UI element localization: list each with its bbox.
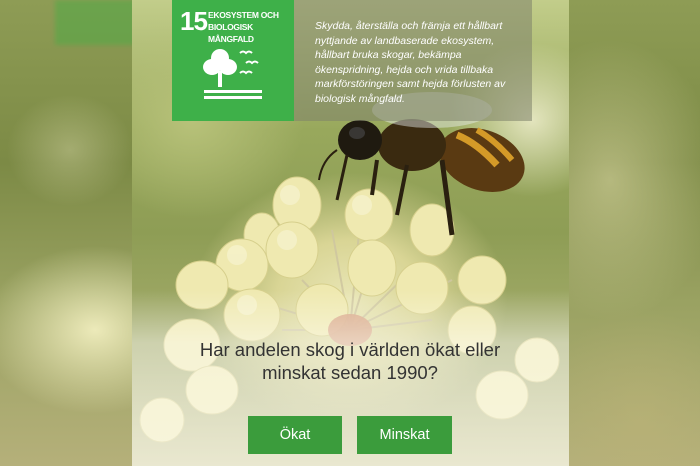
sdg-description: Skydda, återställa och främja ett hållba… [315, 20, 506, 105]
sdg-title-line2: BIOLOGISK MÅNGFALD [208, 22, 254, 44]
quiz-question: Har andelen skog i världen ökat eller mi… [199, 339, 501, 383]
blurred-background-accent [55, 0, 135, 45]
sdg-description-box: Skydda, återställa och främja ett hållba… [294, 0, 532, 121]
sdg-title-line1: EKOSYSTEM OCH [208, 10, 279, 20]
sdg-title: EKOSYSTEM OCH BIOLOGISK MÅNGFALD [208, 9, 292, 45]
tree-and-birds-icon [203, 49, 262, 99]
sdg-number: 15 [180, 6, 208, 36]
sdg-goal-badge: 15 EKOSYSTEM OCH BIOLOGISK MÅNGFALD [172, 0, 294, 121]
answer-decreased-button[interactable]: Minskat [357, 416, 452, 454]
answer-increased-button[interactable]: Ökat [248, 416, 342, 454]
